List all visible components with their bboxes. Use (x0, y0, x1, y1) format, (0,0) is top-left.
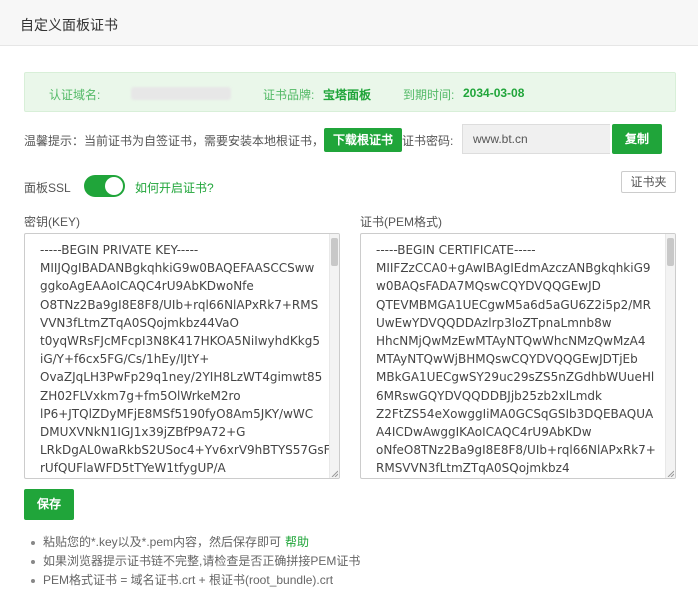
cert-line: RMSVVN3fLtmZTqA0SQojmkbz4 (376, 461, 570, 476)
expire-value: 2034-03-08 (463, 86, 525, 100)
key-line: lP6+JTQlZDyMFjE8MSf5190fyO8Am5JKY/wWC (40, 406, 314, 421)
cert-line: oNfeO8TNz2Ba9gI8E8F8/UIb+rql66NlAPxRk7+ (376, 443, 656, 458)
key-line: ggkoAgEAAoICAQC4rU9AbKDwoNfe (40, 279, 254, 294)
toggle-knob (105, 177, 123, 195)
key-line: iG/Y+f6cx5FG/Cs/1hEy/IJtY+ (40, 352, 210, 367)
cert-line: Z2FtZS54eXowggIiMA0GCSqGSIb3DQEBAQUA (376, 406, 654, 421)
resize-grip-icon[interactable] (666, 469, 674, 477)
panel-ssl-toggle[interactable] (84, 175, 125, 197)
key-line: LRkDgAL0waRkbS2USoc4+Yv6xrV9hBTYS57GsF (40, 443, 331, 458)
cert-line: A4ICDwAwggIKAoICAQC4rU9AbKDw (376, 425, 592, 440)
cert-line: QTEVMBMGA1UECgwM5a6d5aGU6Z2i5p2/MR (376, 297, 651, 312)
brand-label: 证书品牌: (263, 88, 315, 102)
key-line: ZH02FLVxkm7g+fm5OlWrkeM2ro (40, 388, 241, 403)
help-link[interactable]: 帮助 (285, 535, 309, 549)
certificate-text: -----BEGIN CERTIFICATE----- MIIFZzCCA0+gA… (376, 241, 656, 478)
cert-line: MBkGA1UECgwSY29uc29sZS5nZGdhbWUueHl (376, 370, 655, 385)
key-line: -----BEGIN PRIVATE KEY----- (40, 243, 199, 257)
key-scrollbar-thumb[interactable] (331, 238, 338, 266)
private-key-text: -----BEGIN PRIVATE KEY----- MIIJQgIBADANB… (40, 241, 331, 478)
key-line: OvaZJqLH3PwFp29q1ney/2YIH8LzWT4gimwt85 (40, 370, 323, 385)
private-key-textarea[interactable]: -----BEGIN PRIVATE KEY----- MIIJQgIBADANB… (24, 233, 340, 479)
brand-value: 宝塔面板 (323, 88, 372, 102)
note-item: PEM格式证书 = 域名证书.crt + 根证书(root_bundle).cr… (29, 571, 360, 590)
key-line: O8TNz2Ba9gI8E8F8/UIb+rql66NlAPxRk7+RMS (40, 297, 319, 312)
cert-line: 6MRswGQYDVQQDDBJjb25zb2xlLmdk (376, 388, 602, 403)
cert-line: HhcNMjQwMzEwMTAyNTQwWhcNMzQwMzA4 (376, 334, 646, 349)
key-line: DMUXVNkN1IGJ1x39jZBfP9A72+G (40, 425, 246, 440)
key-line: t0yqWRsFJcMFcpI3N8K417HKOA5NiIwyhdKkg5 (40, 334, 320, 349)
cert-line: w0BAQsFADA7MQswCQYDVQQGEwJD (376, 279, 601, 294)
key-field-label: 密钥(KEY) (24, 215, 81, 229)
copy-password-button[interactable]: 复制 (612, 124, 662, 154)
dialog-header: 自定义面板证书 (0, 0, 698, 46)
download-root-cert-button[interactable]: 下载根证书 (324, 128, 402, 152)
panel-ssl-label: 面板SSL (24, 181, 71, 195)
help-notes: 粘贴您的*.key以及*.pem内容，然后保存即可 帮助 如果浏览器提示证书链不完… (29, 533, 360, 590)
cert-scrollbar[interactable] (665, 234, 675, 478)
cert-line: MTAyNTQwWjBHMQswCQYDVQQGEwJDTjEb (376, 352, 638, 367)
certificate-textarea[interactable]: -----BEGIN CERTIFICATE----- MIIFZzCCA0+gA… (360, 233, 676, 479)
domain-label: 认证域名: (49, 88, 101, 102)
cert-password-label: 证书密码: (402, 134, 454, 148)
domain-value-redacted (131, 87, 231, 100)
dialog-title: 自定义面板证书 (20, 17, 118, 33)
note-item: 粘贴您的*.key以及*.pem内容，然后保存即可 帮助 (29, 533, 360, 552)
key-line: rUfQUFlaWFD5tTYeW1tfygUP/A (40, 461, 226, 476)
cert-line: -----BEGIN CERTIFICATE----- (376, 243, 536, 257)
cert-password-field[interactable]: www.bt.cn (462, 124, 610, 154)
expire-label: 到期时间: (403, 88, 455, 102)
note-item: 如果浏览器提示证书链不完整,请检查是否正确拼接PEM证书 (29, 552, 360, 571)
cert-field-label: 证书(PEM格式) (360, 215, 442, 229)
warm-tip-text: 温馨提示：当前证书为自签证书，需要安装本地根证书， (24, 134, 325, 148)
how-to-enable-link[interactable]: 如何开启证书? (135, 179, 214, 196)
resize-grip-icon[interactable] (330, 469, 338, 477)
key-line: MIIJQgIBADANBgkqhkiG9w0BAQEFAASCCSww (40, 261, 315, 276)
cert-line: MIIFZzCCA0+gAwIBAgIEdmAzczANBgkqhkiG9 (376, 261, 651, 276)
cert-scrollbar-thumb[interactable] (667, 238, 674, 266)
cert-folder-button[interactable]: 证书夹 (621, 171, 676, 193)
save-button[interactable]: 保存 (24, 489, 74, 520)
key-scrollbar[interactable] (329, 234, 339, 478)
cert-line: UwEwYDVQQDDAzlrp3loZTpnaLmnb8w (376, 315, 612, 330)
key-line: VVN3fLtmZTqA0SQojmkbz44VaO (40, 315, 239, 330)
cert-info-panel: 认证域名: 证书品牌: 宝塔面板 到期时间: 2034-03-08 (24, 72, 676, 112)
